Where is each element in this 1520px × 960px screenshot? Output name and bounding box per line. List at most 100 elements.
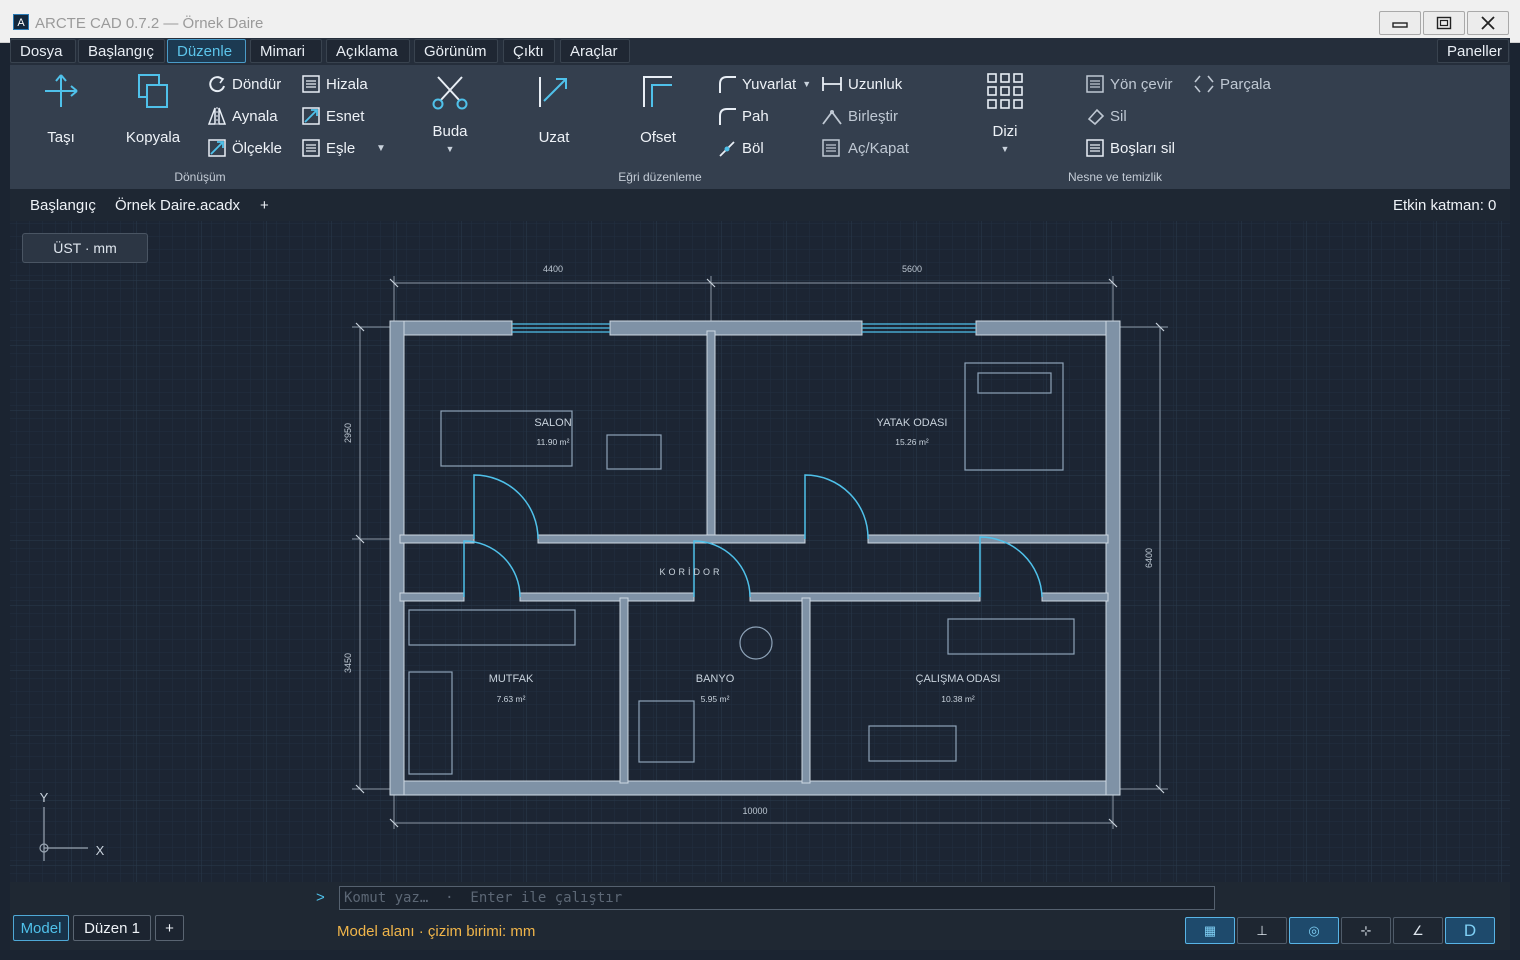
mirror-icon [207,107,227,125]
doc-tab-drawing[interactable]: Örnek Daire.acadx [115,197,240,214]
ortho-icon: ⊥ [1256,922,1268,938]
room-name-yatak: YATAK ODASI [877,417,948,429]
maximize-button[interactable] [1423,11,1465,35]
break-button[interactable]: Böl [717,136,764,160]
room-name-mutfak: MUTFAK [489,673,534,685]
group-label-curve-edit: Eğri düzenleme [618,170,702,184]
command-input[interactable] [339,886,1215,910]
dim-top-right: 5600 [902,264,922,274]
move-label: Taşı [47,129,75,146]
layout-tab-model[interactable]: Model [13,915,69,941]
grid-icon: ▦ [1203,922,1217,938]
trim-button[interactable]: Buda ▼ [405,65,495,154]
menu-duzenle[interactable]: Düzenle [167,39,246,63]
fillet-icon [719,76,736,93]
move-button[interactable]: Taşı [16,65,106,146]
rotate-button[interactable]: Döndür [207,72,281,96]
window-title: ARCTE CAD 0.7.2 — Örnek Daire [35,15,264,32]
break-label: Böl [742,139,764,157]
match-button[interactable]: Eşle [301,136,355,160]
document-tab-bar: Başlangıç Örnek Daire.acadx + Etkin katm… [10,189,1510,221]
menu-dosya[interactable]: Dosya [10,39,76,63]
menu-mimari[interactable]: Mimari [250,39,322,63]
status-grid-toggle[interactable]: ▦ [1185,917,1235,944]
axis-x-label: X [96,843,105,858]
polar-icon: ∠ [1412,922,1424,938]
drawing-svg[interactable]: 4400 5600 10000 2950 3450 6400 SALON 11.… [10,221,1510,882]
chamfer-button[interactable]: Pah [717,104,769,128]
tracking-icon: ⊹ [1360,922,1372,938]
room-area-banyo: 5.95 m² [701,694,730,704]
stretch-label: Esnet [326,107,365,125]
dim-top-left: 4400 [543,264,563,274]
array-grid-icon [987,73,1023,109]
offset-icon [643,76,672,107]
room-area-calisma: 10.38 m² [941,694,975,704]
menu-gorunum[interactable]: Görünüm [414,39,498,63]
lengthen-icon [822,77,842,91]
join-button[interactable]: Birleştir [821,104,898,128]
add-doc-tab-button[interactable]: + [260,197,269,214]
explode-icon [1194,75,1214,93]
room-name-banyo: BANYO [696,673,735,685]
chevron-down-icon: ▼ [376,142,386,154]
align-label: Hizala [326,75,368,93]
menu-baslangic[interactable]: Başlangıç [78,39,165,63]
chevron-down-icon: ▼ [445,144,455,154]
status-tracking-toggle[interactable]: ⊹ [1341,917,1391,944]
stretch-icon [302,107,320,125]
room-name-koridor: KORİDOR [659,567,722,577]
extend-button[interactable]: Uzat [509,65,599,146]
purge-button[interactable]: Boşları sil [1085,136,1175,160]
scale-button[interactable]: Ölçekle [207,136,282,160]
rotate-label: Döndür [232,75,282,93]
menu-cikti[interactable]: Çıktı [503,39,555,63]
room-area-mutfak: 7.63 m² [497,694,526,704]
scale-label: Ölçekle [232,139,283,157]
copy-button[interactable]: Kopyala [108,65,198,146]
open-close-button[interactable]: Aç/Kapat [821,136,909,160]
array-button[interactable]: Dizi ▼ [960,65,1050,154]
rotate-icon [209,76,225,93]
dim-left-upper: 2950 [343,423,353,443]
fillet-label: Yuvarlat [742,75,797,93]
reverse-button[interactable]: Yön çevir [1085,72,1173,96]
reverse-label: Yön çevir [1110,75,1173,93]
lengthen-button[interactable]: Uzunluk [821,72,902,96]
status-ortho-toggle[interactable]: ⊥ [1237,917,1287,944]
align-button[interactable]: Hizala [301,72,368,96]
status-snap-toggle[interactable]: ◎ [1289,917,1339,944]
transform-more-dropdown[interactable]: ▼ [376,136,386,160]
mirror-button[interactable]: Aynala [207,104,278,128]
layout-tab-duzen1[interactable]: Düzen 1 [73,915,151,941]
erase-button[interactable]: Sil [1085,104,1127,128]
doc-tab-start[interactable]: Başlangıç [30,197,96,214]
room-name-salon: SALON [534,417,571,429]
ribbon: Taşı Kopyala Döndür Aynala Ölçekle Hizal… [10,65,1510,189]
view-orientation-button[interactable]: ÜST · mm [22,233,148,263]
extend-label: Uzat [538,129,570,146]
menu-aciklama[interactable]: Açıklama [326,39,410,63]
stretch-button[interactable]: Esnet [301,104,364,128]
scissors-icon [432,76,468,110]
copy-icon [138,74,168,108]
add-layout-button[interactable]: + [155,915,184,941]
command-prompt-symbol: > [316,889,325,906]
drawing-canvas[interactable]: 4400 5600 10000 2950 3450 6400 SALON 11.… [10,221,1510,882]
axis-y-label: Y [40,790,49,805]
fillet-button[interactable]: Yuvarlat ▼ [717,72,811,96]
app-icon: A [13,14,29,30]
offset-button[interactable]: Ofset [613,65,703,146]
mirror-label: Aynala [232,107,278,125]
maximize-icon [1436,16,1452,30]
panels-button[interactable]: Paneller [1437,39,1509,63]
status-polar-toggle[interactable]: ∠ [1393,917,1443,944]
close-button[interactable] [1467,11,1509,35]
dim-right: 6400 [1144,548,1154,568]
explode-button[interactable]: Parçala [1193,72,1271,96]
minimize-button[interactable] [1379,11,1421,35]
menu-araclar[interactable]: Araçlar [560,39,630,63]
status-dynamic-input-toggle[interactable]: D [1445,917,1495,944]
lengthen-label: Uzunluk [848,75,903,93]
break-icon [719,141,735,157]
